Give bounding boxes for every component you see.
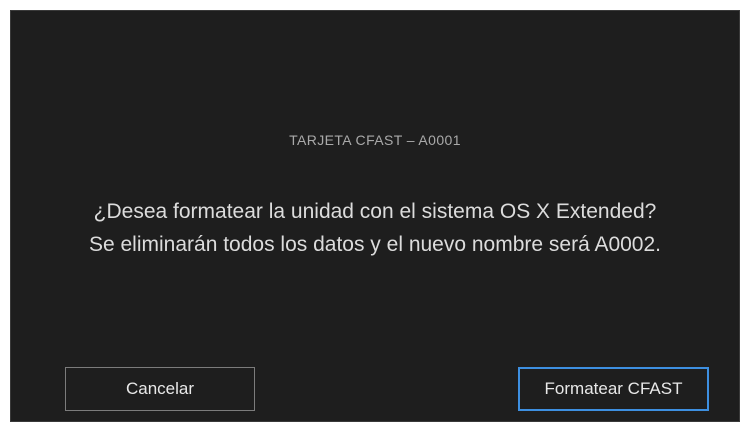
confirmation-message: ¿Desea formatear la unidad con el sistem… xyxy=(31,195,719,261)
format-cfast-button[interactable]: Formatear CFAST xyxy=(518,367,709,411)
cancel-button[interactable]: Cancelar xyxy=(65,367,255,411)
message-line-1: ¿Desea formatear la unidad con el sistem… xyxy=(93,200,657,223)
format-dialog: TARJETA CFAST – A0001 ¿Desea formatear l… xyxy=(10,10,740,422)
card-label: TARJETA CFAST – A0001 xyxy=(289,132,461,148)
message-line-2: Se eliminarán todos los datos y el nuevo… xyxy=(88,233,661,256)
